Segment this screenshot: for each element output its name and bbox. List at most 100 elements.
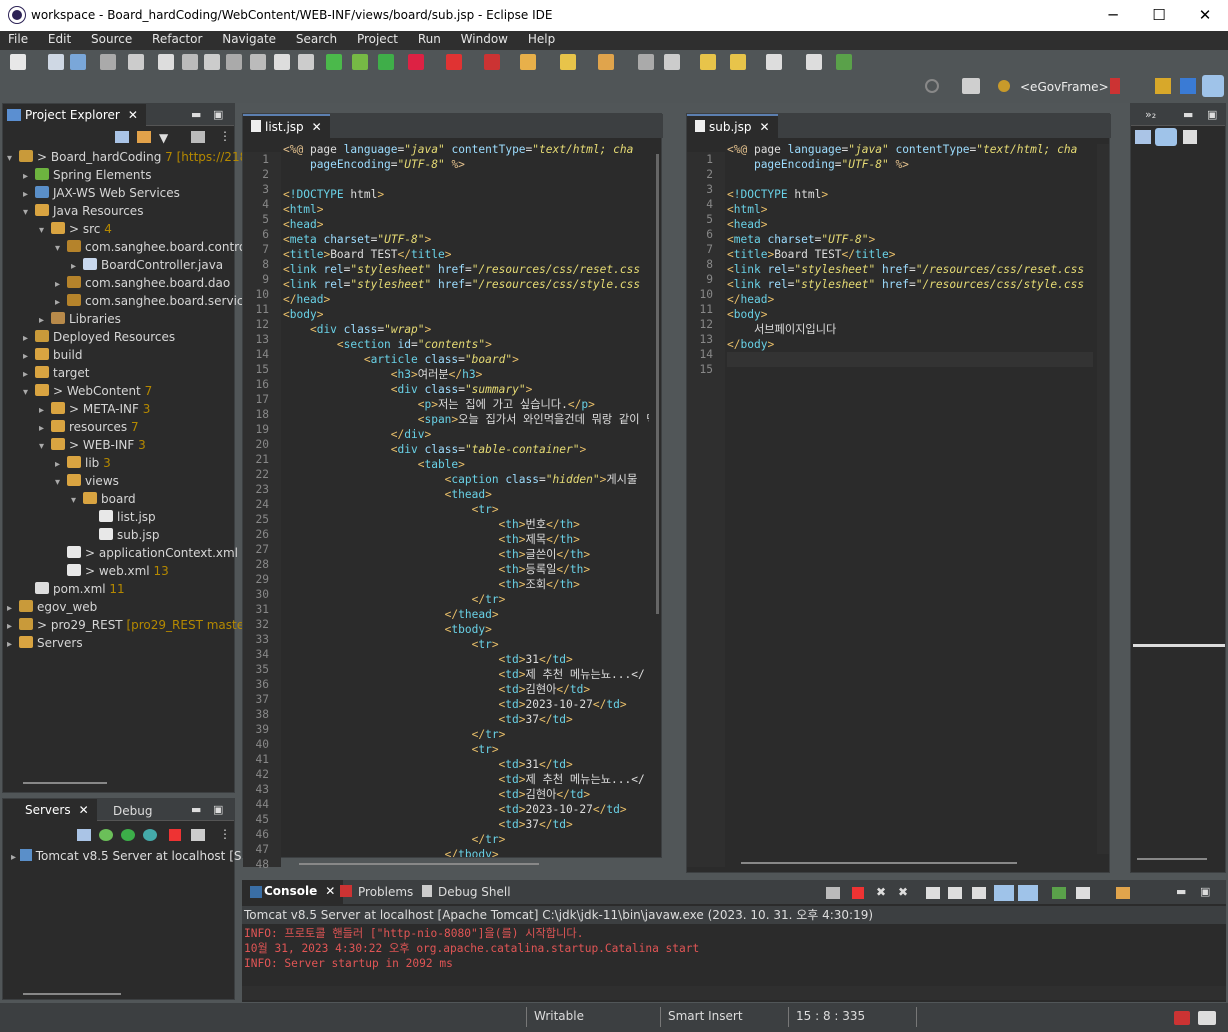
toolbar-button-icon[interactable] — [250, 54, 266, 70]
code-line[interactable]: <th>조회</th> — [283, 577, 649, 592]
java-perspective-icon[interactable] — [1180, 78, 1196, 94]
toolbar-button-icon[interactable] — [836, 54, 852, 70]
show-stdout-icon[interactable] — [994, 885, 1014, 901]
code-area[interactable]: <%@ page language="java" contentType="te… — [727, 142, 1091, 857]
close-tab-icon[interactable]: ✕ — [128, 108, 138, 122]
toolbar-button-icon[interactable] — [298, 54, 314, 70]
toolbar-button-icon[interactable] — [226, 54, 242, 70]
toolbar-button-icon[interactable] — [100, 54, 116, 70]
maximize-button[interactable]: ☐ — [1136, 0, 1182, 31]
menu-help[interactable]: Help — [520, 31, 563, 46]
minimize-view-icon[interactable]: ▬ — [191, 108, 201, 121]
maximize-view-icon[interactable]: ▣ — [213, 803, 223, 816]
code-line[interactable]: <td>김현아</td> — [283, 787, 649, 802]
tree-item[interactable]: ▾ views — [7, 472, 234, 490]
scroll-lock-icon[interactable] — [948, 887, 962, 899]
maximize-view-icon[interactable]: ▣ — [1200, 885, 1210, 898]
horizontal-scrollbar[interactable] — [741, 862, 1017, 864]
code-line[interactable]: </div> — [283, 427, 649, 442]
tree-item[interactable]: ▸ JAX-WS Web Services — [7, 184, 234, 202]
tree-item[interactable]: pom.xml 11 — [7, 580, 234, 598]
code-line[interactable]: </tr> — [283, 592, 649, 607]
code-line[interactable] — [727, 172, 1091, 187]
code-line[interactable]: <body> — [283, 307, 649, 322]
code-line[interactable]: <h3>여러분</h3> — [283, 367, 649, 382]
vertical-scrollbar[interactable] — [1097, 144, 1109, 854]
code-line[interactable]: <caption class="hidden">게시물 — [283, 472, 649, 487]
code-line[interactable]: <th>번호</th> — [283, 517, 649, 532]
code-line[interactable]: <td>김현아</td> — [283, 682, 649, 697]
tree-item[interactable]: ▸ egov_web — [7, 598, 234, 616]
code-line[interactable]: <head> — [727, 217, 1091, 232]
code-line[interactable]: <td>37</td> — [283, 712, 649, 727]
code-line[interactable]: <td>제 추천 메뉴는뇨...</ — [283, 772, 649, 787]
toolbar-button-icon[interactable] — [70, 54, 86, 70]
toolbar-button-icon[interactable] — [204, 54, 220, 70]
toolbar-button-icon[interactable] — [766, 54, 782, 70]
code-line[interactable]: <link rel="stylesheet" href="/resources/… — [727, 277, 1091, 292]
tree-item[interactable]: ▸ > pro29_REST [pro29_REST master] — [7, 616, 254, 634]
tab-debug-shell[interactable]: Debug Shell — [438, 885, 511, 899]
menu-window[interactable]: Window — [453, 31, 516, 46]
collapse-all-icon[interactable] — [115, 131, 129, 143]
menu-file[interactable]: File — [0, 31, 36, 46]
tab-servers[interactable]: Servers ✕ — [3, 799, 97, 823]
code-line[interactable]: <article class="board"> — [283, 352, 649, 367]
tree-item[interactable]: ▸ build — [7, 346, 234, 364]
toolbar-button-icon[interactable] — [638, 54, 654, 70]
toolbar-button-icon[interactable] — [128, 54, 144, 70]
tree-item[interactable]: ▸ Servers — [7, 634, 234, 652]
code-line[interactable]: <p>저는 집에 가고 싶습니다.</p> — [283, 397, 649, 412]
code-line[interactable]: <section id="contents"> — [283, 337, 649, 352]
minimize-view-icon[interactable]: ▬ — [191, 803, 201, 816]
toolbar-button-icon[interactable] — [158, 54, 174, 70]
open-console-icon[interactable] — [1116, 887, 1130, 899]
code-line[interactable]: <%@ page language="java" contentType="te… — [283, 142, 649, 157]
code-line[interactable]: <title>Board TEST</title> — [727, 247, 1091, 262]
code-line[interactable]: </head> — [727, 292, 1091, 307]
horizontal-scrollbar[interactable] — [23, 993, 121, 995]
code-line[interactable]: <html> — [283, 202, 649, 217]
outline-tool-icon[interactable] — [1135, 130, 1151, 144]
tree-item[interactable]: ▾ > WebContent 7 — [7, 382, 234, 400]
code-area[interactable]: <%@ page language="java" contentType="te… — [283, 142, 649, 857]
toolbar-button-icon[interactable] — [664, 54, 680, 70]
publish-icon[interactable] — [191, 829, 205, 841]
tree-item[interactable]: > applicationContext.xml — [7, 544, 238, 562]
tree-item[interactable]: ▾ > src 4 — [7, 220, 234, 238]
tree-item[interactable]: ▸ target — [7, 364, 234, 382]
code-line[interactable]: <thead> — [283, 487, 649, 502]
progress-icon[interactable] — [1198, 1011, 1216, 1025]
code-line[interactable]: <div class="summary"> — [283, 382, 649, 397]
code-line[interactable]: </body> — [727, 337, 1091, 352]
horizontal-scrollbar[interactable] — [299, 863, 539, 865]
pin-console-icon[interactable] — [1052, 887, 1066, 899]
tree-item[interactable]: ▸ > META-INF 3 — [7, 400, 234, 418]
tree-item[interactable]: ▸ resources 7 — [7, 418, 234, 436]
code-line[interactable]: <link rel="stylesheet" href="/resources/… — [283, 262, 649, 277]
tab-project-explorer[interactable]: Project Explorer ✕ — [3, 104, 146, 128]
toolbar-button-icon[interactable] — [182, 54, 198, 70]
horizontal-scrollbar[interactable] — [1137, 858, 1207, 860]
toolbar-button-icon[interactable] — [352, 54, 368, 70]
more-views-icon[interactable]: »₂ — [1145, 108, 1156, 121]
link-editor-icon[interactable] — [137, 131, 151, 143]
tab-problems[interactable]: Problems — [358, 885, 413, 899]
view-menu-icon[interactable] — [191, 131, 205, 143]
toolbar-button-icon[interactable] — [378, 54, 394, 70]
tab-debug[interactable]: Debug — [93, 804, 152, 818]
profile-server-icon[interactable] — [143, 829, 157, 841]
code-line[interactable]: <td>2023-10-27</td> — [283, 697, 649, 712]
horizontal-scrollbar[interactable] — [242, 986, 1226, 1000]
debug-server-icon[interactable] — [99, 829, 113, 841]
tree-item[interactable]: ▾ com.sanghee.board.contro — [7, 238, 246, 256]
toolbar-button-icon[interactable] — [408, 54, 424, 70]
maximize-view-icon[interactable]: ▣ — [213, 108, 223, 121]
show-stderr-icon[interactable] — [1018, 885, 1038, 901]
search-icon[interactable] — [925, 79, 939, 93]
terminate-icon[interactable] — [852, 887, 864, 899]
vertical-scrollbar[interactable] — [656, 154, 659, 614]
display-console-icon[interactable] — [1076, 887, 1090, 899]
code-line[interactable]: </head> — [283, 292, 649, 307]
tree-item[interactable]: ▸ Libraries — [7, 310, 234, 328]
